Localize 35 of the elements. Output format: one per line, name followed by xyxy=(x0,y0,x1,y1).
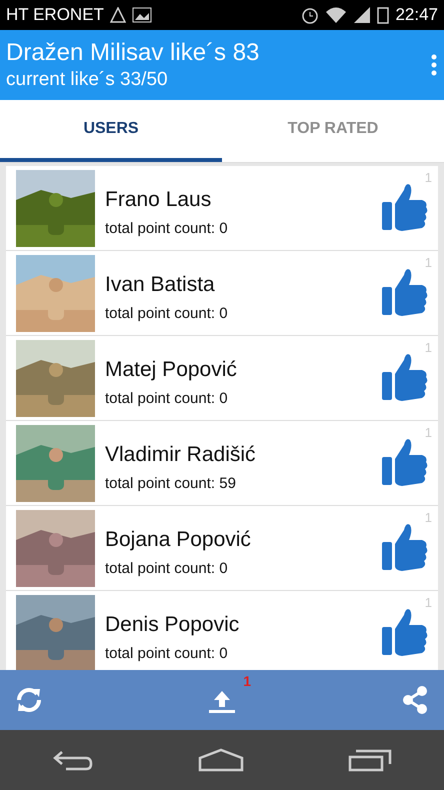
overflow-menu-icon[interactable] xyxy=(430,53,438,77)
alarm-icon xyxy=(301,6,320,24)
back-icon[interactable] xyxy=(52,748,94,772)
image-icon xyxy=(132,7,152,23)
thumbs-up-icon[interactable] xyxy=(382,352,428,404)
user-name: Frano Laus xyxy=(105,188,212,212)
warning-icon xyxy=(110,7,126,23)
user-name: Bojana Popović xyxy=(105,528,252,552)
battery-icon xyxy=(377,6,390,24)
clock-time: 22:47 xyxy=(395,5,438,25)
thumbs-up-icon[interactable] xyxy=(382,607,428,659)
thumbs-up-icon[interactable] xyxy=(382,437,428,489)
user-name: Vladimir Radišić xyxy=(105,442,257,466)
home-icon[interactable] xyxy=(198,748,244,772)
point-count: total point count: 0 xyxy=(105,220,229,236)
header-subtitle: current like´s 33/50 xyxy=(6,69,169,91)
thumbs-up-icon[interactable] xyxy=(382,267,428,319)
recent-apps-icon[interactable] xyxy=(348,748,392,772)
upload-count: 1 xyxy=(243,673,251,689)
point-count: total point count: 0 xyxy=(105,390,229,406)
point-count: total point count: 59 xyxy=(105,474,237,492)
user-name: Ivan Batista xyxy=(105,272,216,296)
point-count: total point count: 0 xyxy=(105,560,229,576)
share-icon[interactable] xyxy=(400,685,430,715)
user-name: Matej Popović xyxy=(105,358,238,382)
carrier-name: HT ERONET xyxy=(6,5,104,25)
header-title: Dražen Milisav like´s 83 xyxy=(6,39,260,67)
thumbs-up-icon[interactable] xyxy=(382,522,428,574)
wifi-icon xyxy=(325,6,348,24)
signal-icon xyxy=(353,6,372,24)
thumbs-up-icon[interactable] xyxy=(382,182,428,234)
user-name: Denis Popovic xyxy=(105,612,240,636)
refresh-icon[interactable] xyxy=(14,685,44,715)
point-count: total point count: 0 xyxy=(105,644,229,662)
point-count: total point count: 0 xyxy=(105,304,229,322)
